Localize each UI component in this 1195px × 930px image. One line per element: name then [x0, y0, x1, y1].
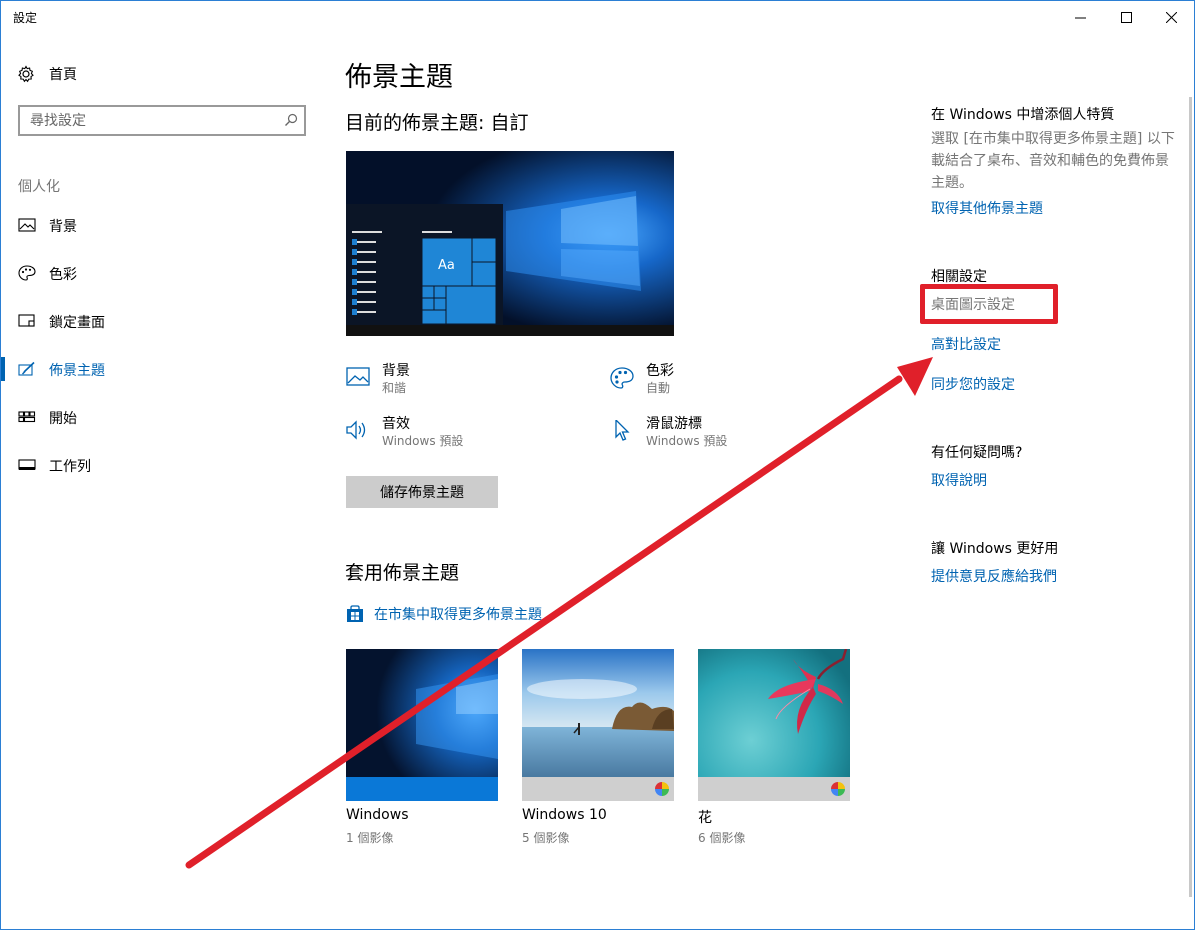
attr-cursor-title: 滑鼠游標 — [646, 416, 702, 432]
attr-cursor-value: Windows 預設 — [646, 434, 728, 448]
search-input[interactable] — [20, 107, 270, 134]
theme-name: Windows — [346, 807, 409, 823]
preview-tile-text: Aa — [438, 258, 455, 273]
personalize-text: 選取 [在市集中取得更多佈景主題] 以下載結合了桌布、音效和輔色的免費佈景主題。 — [931, 131, 1175, 191]
theme-thumbnail[interactable] — [522, 649, 674, 801]
improve-windows-heading: 讓 Windows 更好用 — [931, 541, 1059, 557]
attr-color-title: 色彩 — [646, 363, 674, 379]
minimize-icon — [1074, 17, 1086, 18]
nav-home[interactable]: 首頁 — [17, 63, 77, 85]
start-grid-icon — [18, 411, 36, 423]
sidebar-item-colors[interactable]: 色彩 — [1, 255, 321, 291]
highlight-box — [920, 284, 1058, 324]
theme-accent-strip — [346, 777, 498, 801]
theme-image-count: 5 個影像 — [522, 831, 570, 845]
color-wheel-icon — [831, 782, 845, 796]
title-bar: 設定 — [1, 1, 1194, 33]
feedback-link[interactable]: 提供意見反應給我們 — [931, 566, 1057, 586]
theme-preview: Aa — [346, 151, 674, 336]
theme-preview-image: Aa — [346, 151, 674, 336]
attr-sounds-value: Windows 預設 — [382, 434, 464, 448]
sidebar-item-lock-screen[interactable]: 鎖定畫面 — [1, 303, 321, 339]
maximize-icon — [1120, 11, 1132, 23]
nav-home-label: 首頁 — [49, 67, 77, 83]
picture-icon — [18, 218, 36, 232]
mouse-cursor-icon — [615, 420, 630, 441]
theme-name: 花 — [698, 810, 712, 826]
store-bag-icon — [347, 605, 363, 622]
get-more-themes-link[interactable]: 取得其他佈景主題 — [931, 198, 1043, 218]
theme-thumbnail[interactable] — [346, 649, 498, 801]
personalize-heading: 在 Windows 中增添個人特質 — [931, 107, 1115, 123]
store-more-themes-link[interactable]: 在市集中取得更多佈景主題 — [346, 604, 542, 624]
sidebar-item-label: 鎖定畫面 — [49, 315, 105, 331]
store-link-label: 在市集中取得更多佈景主題 — [374, 607, 542, 623]
close-button[interactable] — [1148, 1, 1194, 33]
maximize-button[interactable] — [1103, 1, 1149, 33]
theme-tile-windows[interactable]: Windows 1 個影像 — [346, 649, 498, 845]
theme-tile-windows-10[interactable]: Windows 10 5 個影像 — [522, 649, 674, 845]
sidebar-item-label: 佈景主題 — [49, 363, 105, 379]
sidebar-item-background[interactable]: 背景 — [1, 207, 321, 243]
get-help-link[interactable]: 取得說明 — [931, 470, 987, 490]
lock-screen-icon — [18, 314, 35, 327]
sidebar-item-label: 開始 — [49, 411, 77, 427]
palette-icon — [18, 265, 36, 281]
close-icon — [1165, 11, 1177, 23]
themes-brush-icon — [18, 361, 35, 376]
sidebar-item-themes[interactable]: 佈景主題 — [1, 351, 321, 387]
page-title: 佈景主題 — [345, 62, 453, 93]
taskbar-icon — [18, 459, 36, 470]
search-box[interactable] — [18, 105, 306, 136]
section-label-personalization: 個人化 — [18, 179, 60, 195]
theme-thumbnail[interactable] — [698, 649, 850, 801]
related-settings-heading: 相關設定 — [931, 269, 987, 285]
theme-image-count: 6 個影像 — [698, 831, 746, 845]
current-theme-heading: 目前的佈景主題: 自訂 — [345, 112, 529, 134]
attr-background-value: 和諧 — [382, 381, 407, 395]
save-theme-button[interactable]: 儲存佈景主題 — [346, 476, 498, 508]
apply-theme-heading: 套用佈景主題 — [345, 562, 460, 584]
scrollbar[interactable] — [1189, 97, 1192, 897]
minimize-button[interactable] — [1057, 1, 1103, 33]
theme-accent-strip — [698, 777, 850, 801]
questions-heading: 有任何疑問嗎? — [931, 445, 1023, 461]
settings-window: 設定 首頁 個人化 背景 — [0, 0, 1195, 930]
theme-image-count: 1 個影像 — [346, 831, 394, 845]
search-icon[interactable] — [284, 113, 298, 127]
attr-background-title: 背景 — [382, 363, 410, 379]
active-indicator — [1, 357, 5, 381]
high-contrast-settings-link[interactable]: 高對比設定 — [931, 334, 1001, 354]
palette-icon — [610, 367, 634, 389]
sidebar-item-label: 色彩 — [49, 267, 77, 283]
picture-icon — [346, 367, 370, 386]
sidebar-item-start[interactable]: 開始 — [1, 399, 321, 435]
theme-accent-strip — [522, 777, 674, 801]
sidebar-item-label: 工作列 — [49, 459, 91, 475]
gear-icon — [18, 65, 34, 83]
theme-name: Windows 10 — [522, 807, 607, 823]
color-wheel-icon — [655, 782, 669, 796]
theme-tile-flowers[interactable]: 花 6 個影像 — [698, 649, 850, 845]
speaker-icon — [346, 420, 366, 440]
sync-settings-link[interactable]: 同步您的設定 — [931, 374, 1015, 394]
window-title: 設定 — [13, 11, 38, 25]
attr-sounds-title: 音效 — [382, 416, 410, 432]
sidebar-item-label: 背景 — [49, 219, 77, 235]
attr-color-value: 自動 — [646, 381, 671, 395]
sidebar-item-taskbar[interactable]: 工作列 — [1, 447, 321, 483]
